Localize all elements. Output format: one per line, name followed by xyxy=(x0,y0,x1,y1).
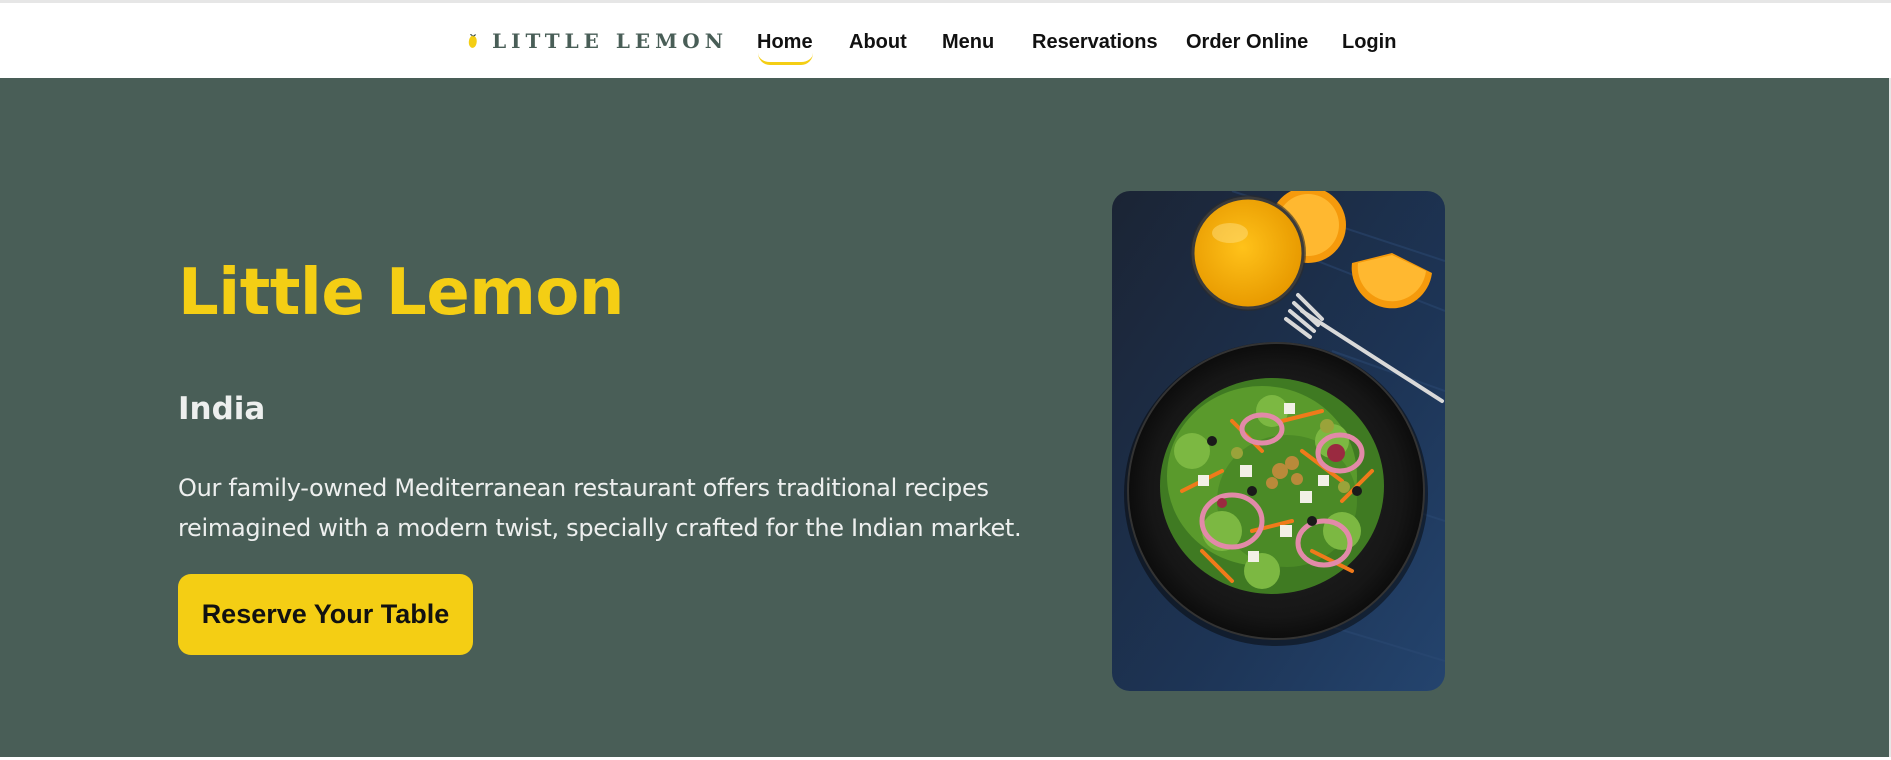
hero-description: Our family-owned Mediterranean restauran… xyxy=(178,474,1022,542)
nav-item-menu[interactable]: Menu xyxy=(942,31,994,54)
hero-food-image xyxy=(1112,191,1445,691)
nav-item-login[interactable]: Login xyxy=(1342,31,1396,54)
hero-subtitle: India xyxy=(178,391,266,427)
navbar: LITTLE LEMON Home About Menu Reservation… xyxy=(0,3,1891,77)
main-nav: Home About Menu Reservations Order Onlin… xyxy=(0,3,1891,77)
nav-item-order-online[interactable]: Order Online xyxy=(1186,31,1308,54)
reserve-table-button[interactable]: Reserve Your Table xyxy=(178,574,473,655)
hero-title: Little Lemon xyxy=(178,256,624,330)
nav-item-about[interactable]: About xyxy=(849,31,907,54)
hero-section: Little Lemon India Our family-owned Medi… xyxy=(0,78,1891,757)
nav-item-reservations[interactable]: Reservations xyxy=(1032,31,1158,54)
active-nav-underline xyxy=(757,31,814,65)
